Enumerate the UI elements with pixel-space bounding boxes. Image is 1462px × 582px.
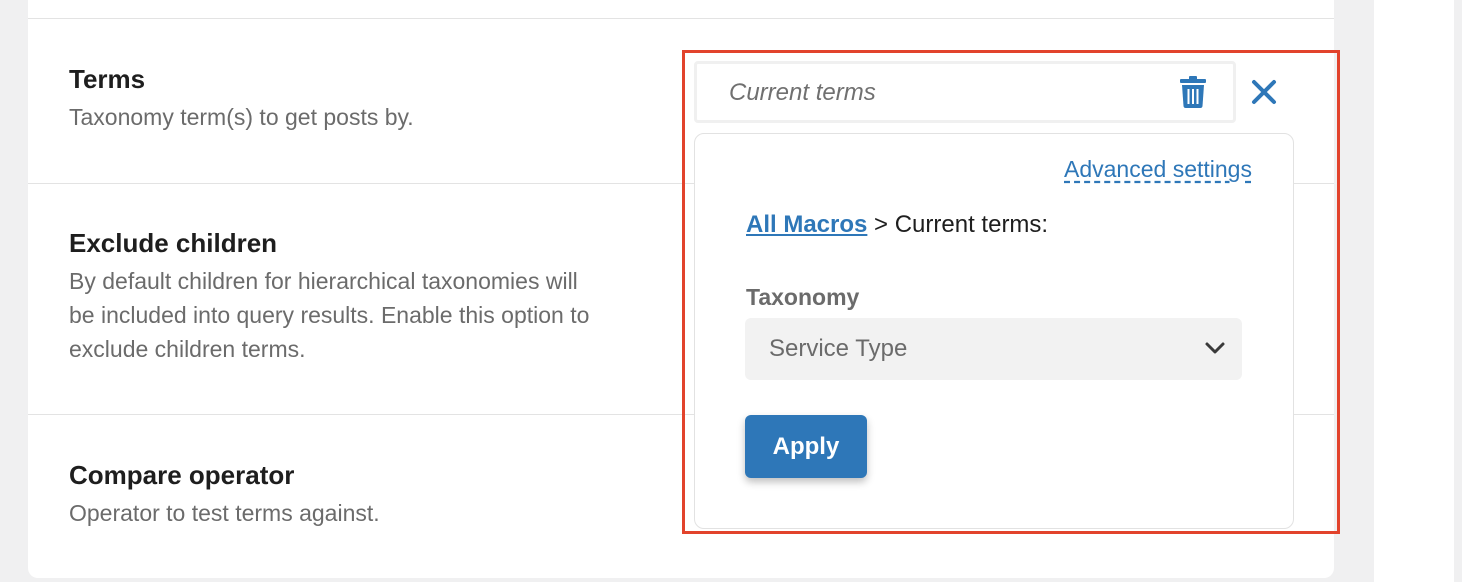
sidebar-panel xyxy=(1374,0,1454,582)
terms-description: Taxonomy term(s) to get posts by. xyxy=(69,100,669,134)
compare-operator-description: Operator to test terms against. xyxy=(69,496,669,530)
divider xyxy=(28,18,1334,19)
highlight-box xyxy=(682,50,1340,534)
description-line: By default children for hierarchical tax… xyxy=(69,268,578,294)
description-line: Taxonomy term(s) to get posts by. xyxy=(69,104,414,130)
exclude-children-title: Exclude children xyxy=(69,228,278,258)
description-line: Operator to test terms against. xyxy=(69,500,380,526)
description-line: exclude children terms. xyxy=(69,336,306,362)
compare-operator-title: Compare operator xyxy=(69,460,295,490)
exclude-children-description: By default children for hierarchical tax… xyxy=(69,264,669,366)
terms-title: Terms xyxy=(69,64,146,94)
description-line: be included into query results. Enable t… xyxy=(69,302,590,328)
